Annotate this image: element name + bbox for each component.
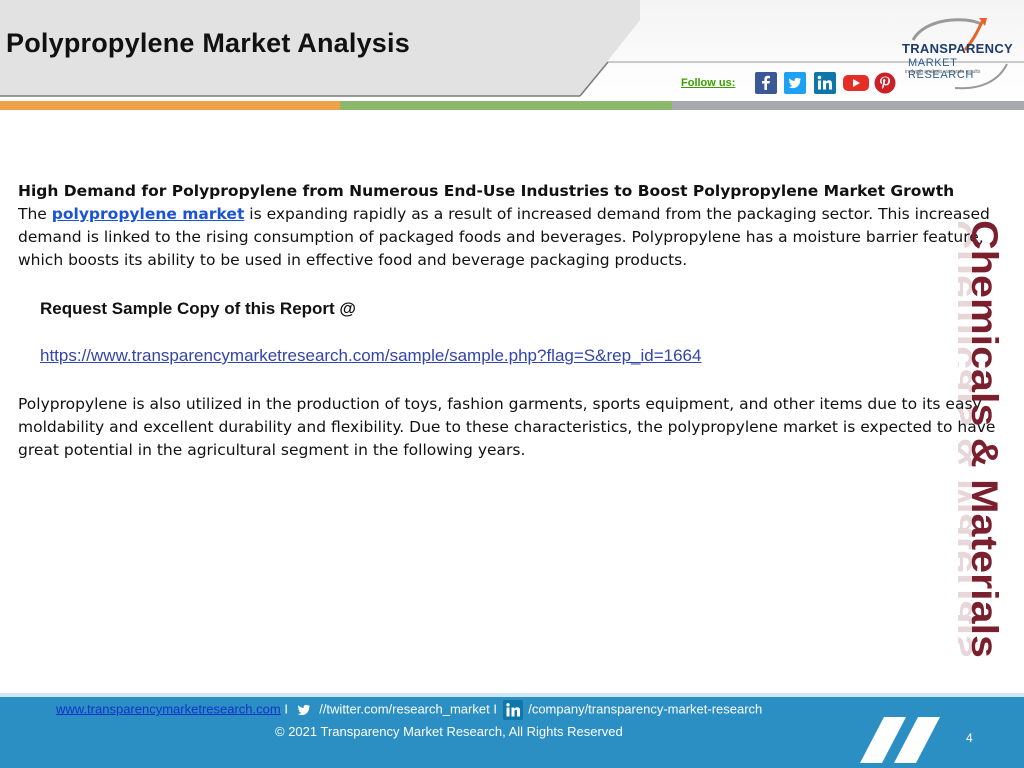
polypropylene-market-link[interactable]: polypropylene market <box>52 205 245 223</box>
intro-text-start: The <box>18 205 52 223</box>
linkedin-company-link[interactable]: /company/transparency-market-research <box>528 701 762 716</box>
footer-top-line <box>0 693 1024 697</box>
category-label: Chemicals & Materials <box>964 220 1005 658</box>
section-heading: High Demand for Polypropylene from Numer… <box>18 182 955 200</box>
footer-double-slash-graphic <box>860 717 940 763</box>
request-sample-label: Request Sample Copy of this Report @ <box>40 299 357 318</box>
linkedin-icon <box>502 700 523 720</box>
header-stripe-gray <box>672 101 1024 110</box>
page-number: 4 <box>966 731 973 745</box>
facebook-icon[interactable] <box>755 72 777 94</box>
youtube-icon[interactable] <box>842 72 870 94</box>
website-link[interactable]: www.transparencymarketresearch.com <box>56 701 281 716</box>
header-stripe-orange <box>0 101 340 110</box>
intro-section: High Demand for Polypropylene from Numer… <box>18 180 1018 272</box>
twitter-handle-link[interactable]: //twitter.com/research_market <box>319 701 490 716</box>
applications-paragraph: Polypropylene is also utilized in the pr… <box>18 395 996 459</box>
pinterest-icon[interactable] <box>874 72 896 94</box>
request-sample-link[interactable]: https://www.transparencymarketresearch.c… <box>40 346 701 366</box>
linkedin-icon[interactable] <box>814 72 836 94</box>
logo-tagline: in depth analysis, accurate results <box>905 69 981 75</box>
intro-paragraph: The polypropylene market is expanding ra… <box>18 203 1018 272</box>
logo-name: TRANSPARENCY <box>902 41 1013 56</box>
header-stripe-green <box>340 101 672 110</box>
page-title: Polypropylene Market Analysis <box>6 28 410 58</box>
footer-links: www.transparencymarketresearch.com I //t… <box>56 700 762 720</box>
category-vertical-label: Chemicals & Materials Chemicals & Materi… <box>958 220 1005 658</box>
footer-separator: I <box>493 701 497 717</box>
twitter-icon <box>293 700 314 720</box>
follow-us-label: Follow us: <box>681 77 736 89</box>
footer-separator: I <box>284 701 288 717</box>
copyright-text: © 2021 Transparency Market Research, All… <box>275 724 623 739</box>
twitter-icon[interactable] <box>784 72 806 94</box>
